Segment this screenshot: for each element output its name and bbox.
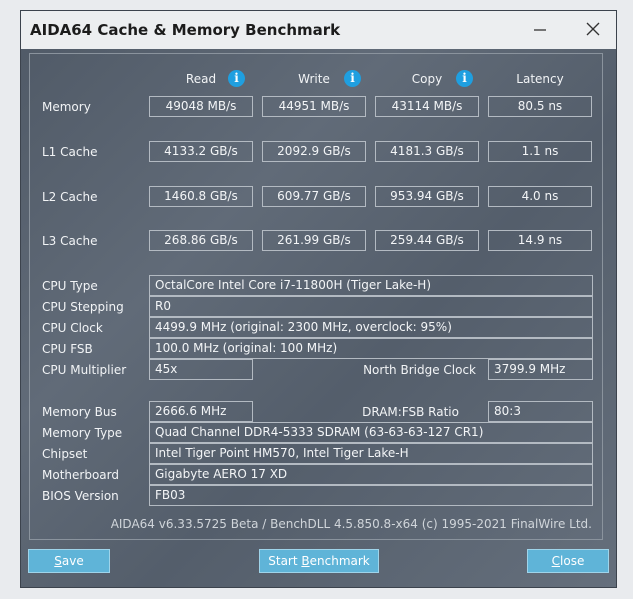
l3-copy-value: 259.44 GB/s — [375, 230, 479, 251]
memory-bus-value: 2666.6 MHz — [149, 401, 253, 422]
title-bar[interactable]: AIDA64 Cache & Memory Benchmark — [21, 11, 616, 49]
dram-fsb-ratio-value: 80:3 — [488, 401, 593, 422]
cpu-fsb-value: 100.0 MHz (original: 100 MHz) — [149, 338, 593, 359]
start-benchmark-button[interactable]: Start Benchmark — [259, 549, 379, 573]
memory-read-value: 49048 MB/s — [149, 96, 253, 117]
chipset-value: Intel Tiger Point HM570, Intel Tiger Lak… — [149, 443, 593, 464]
l3-read-value: 268.86 GB/s — [149, 230, 253, 251]
save-button-label: ave — [61, 554, 84, 568]
l3-write-value: 261.99 GB/s — [262, 230, 366, 251]
motherboard-value: Gigabyte AERO 17 XD — [149, 464, 593, 485]
copy-info-icon[interactable]: i — [456, 70, 473, 87]
header-latency: Latency — [516, 72, 564, 86]
close-icon — [586, 22, 600, 36]
l1-copy-value: 4181.3 GB/s — [375, 141, 479, 162]
benchmark-window: AIDA64 Cache & Memory Benchmark Read i W… — [20, 10, 617, 588]
cpu-stepping-label: CPU Stepping — [42, 300, 124, 314]
nb-clock-label: North Bridge Clock — [363, 363, 476, 377]
memory-latency-value: 80.5 ns — [488, 96, 592, 117]
bios-version-value: FB03 — [149, 485, 593, 506]
memory-write-value: 44951 MB/s — [262, 96, 366, 117]
cpu-type-label: CPU Type — [42, 279, 98, 293]
cpu-type-value: OctalCore Intel Core i7-11800H (Tiger La… — [149, 275, 593, 296]
minimize-button[interactable] — [531, 20, 549, 38]
close-window-button[interactable] — [584, 20, 602, 38]
cpu-multiplier-value: 45x — [149, 359, 253, 380]
save-button[interactable]: Save — [28, 549, 110, 573]
chipset-label: Chipset — [42, 447, 88, 461]
l2-copy-value: 953.94 GB/s — [375, 186, 479, 207]
close-button-label: lose — [560, 554, 585, 568]
start-button-accel: B — [301, 554, 310, 568]
memory-bus-label: Memory Bus — [42, 405, 117, 419]
l1-read-value: 4133.2 GB/s — [149, 141, 253, 162]
l2-write-value: 609.77 GB/s — [262, 186, 366, 207]
dram-fsb-ratio-label: DRAM:FSB Ratio — [362, 405, 459, 419]
window-title: AIDA64 Cache & Memory Benchmark — [30, 21, 341, 39]
memory-type-label: Memory Type — [42, 426, 123, 440]
l1-latency-value: 1.1 ns — [488, 141, 592, 162]
read-info-icon[interactable]: i — [228, 70, 245, 87]
close-button[interactable]: Close — [527, 549, 609, 573]
cpu-clock-label: CPU Clock — [42, 321, 103, 335]
l2-latency-value: 4.0 ns — [488, 186, 592, 207]
minimize-icon — [534, 29, 546, 31]
row-label-memory: Memory — [42, 100, 91, 114]
cpu-multiplier-label: CPU Multiplier — [42, 363, 127, 377]
close-button-accel: C — [551, 554, 561, 568]
bios-version-label: BIOS Version — [42, 489, 119, 503]
start-button-label-rest: enchmark — [309, 554, 370, 568]
nb-clock-value: 3799.9 MHz — [488, 359, 593, 380]
save-button-accel: S — [54, 554, 62, 568]
row-label-l1: L1 Cache — [42, 145, 98, 159]
row-label-l3: L3 Cache — [42, 234, 98, 248]
motherboard-label: Motherboard — [42, 468, 119, 482]
l2-read-value: 1460.8 GB/s — [149, 186, 253, 207]
start-button-label-pre: Start — [268, 554, 302, 568]
memory-copy-value: 43114 MB/s — [375, 96, 479, 117]
cpu-fsb-label: CPU FSB — [42, 342, 93, 356]
l3-latency-value: 14.9 ns — [488, 230, 592, 251]
memory-type-value: Quad Channel DDR4-5333 SDRAM (63-63-63-1… — [149, 422, 593, 443]
write-info-icon[interactable]: i — [344, 70, 361, 87]
version-footer: AIDA64 v6.33.5725 Beta / BenchDLL 4.5.85… — [110, 517, 592, 531]
cpu-stepping-value: R0 — [149, 296, 593, 317]
row-label-l2: L2 Cache — [42, 190, 98, 204]
cpu-clock-value: 4499.9 MHz (original: 2300 MHz, overcloc… — [149, 317, 593, 338]
l1-write-value: 2092.9 GB/s — [262, 141, 366, 162]
